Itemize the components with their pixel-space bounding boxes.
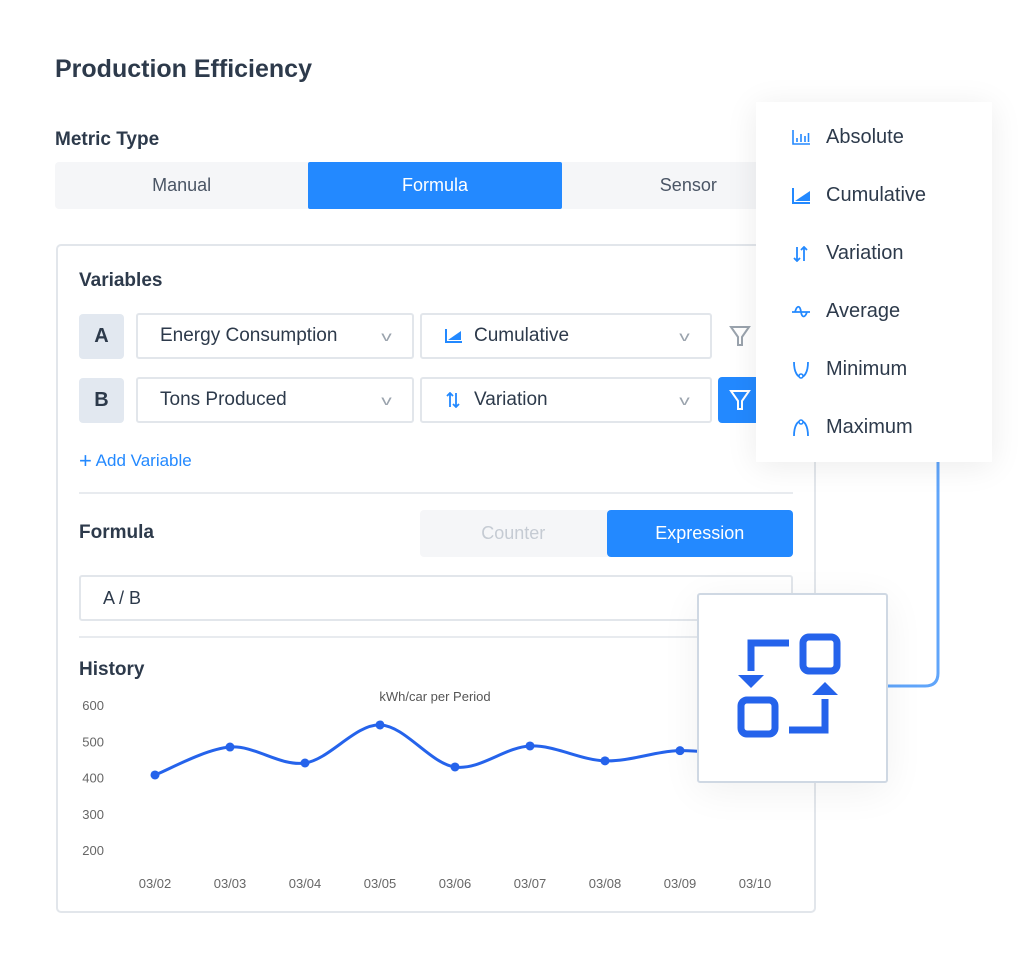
- menu-item-label: Minimum: [826, 358, 908, 380]
- wave-icon: [792, 305, 810, 319]
- menu-item-label: Maximum: [826, 416, 913, 438]
- minimum-curve-icon: [792, 361, 810, 379]
- menu-item-cumulative[interactable]: Cumulative: [792, 184, 926, 207]
- menu-item-label: Cumulative: [826, 184, 927, 206]
- menu-item-label: Absolute: [826, 126, 904, 148]
- up-down-arrows-icon: [792, 245, 810, 262]
- menu-item-variation[interactable]: Variation: [792, 242, 903, 265]
- menu-item-maximum[interactable]: Maximum: [792, 416, 913, 439]
- menu-item-label: Variation: [826, 242, 904, 264]
- menu-item-minimum[interactable]: Minimum: [792, 358, 907, 381]
- maximum-curve-icon: [792, 418, 810, 437]
- area-chart-icon: [792, 187, 810, 204]
- menu-item-average[interactable]: Average: [792, 300, 900, 323]
- menu-item-absolute[interactable]: Absolute: [792, 126, 904, 149]
- aggregation-dropdown-menu: Absolute Cumulative Variation Average Mi…: [756, 102, 992, 462]
- swap-feature-card: [697, 593, 888, 783]
- menu-item-label: Average: [826, 300, 901, 322]
- bar-chart-icon: [792, 130, 810, 145]
- swap-squares-icon: [737, 633, 840, 738]
